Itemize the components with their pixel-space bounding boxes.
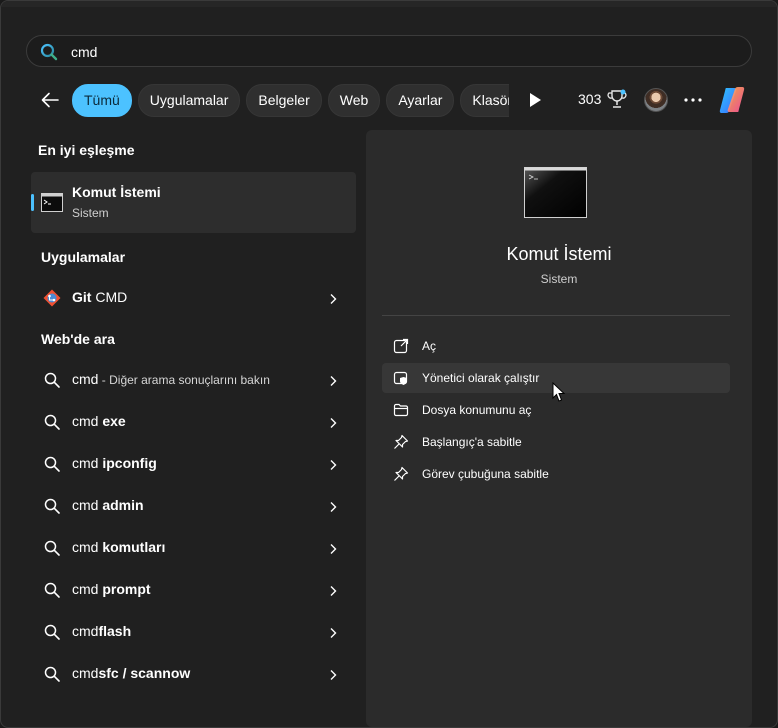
web-result-label: cmd komutları [72, 539, 166, 555]
action-label: Görev çubuğuna sabitle [422, 467, 549, 481]
chevron-right-icon[interactable] [328, 543, 338, 555]
best-match-title: Komut İstemi [72, 184, 161, 200]
start-search-window: Tümü Uygulamalar Belgeler Web Ayarlar Kl… [0, 0, 778, 728]
search-icon [44, 498, 60, 514]
search-box[interactable] [26, 35, 752, 68]
search-icon [40, 43, 58, 61]
search-icon [44, 666, 60, 682]
web-result-row[interactable]: cmdflash [31, 612, 356, 652]
detail-panel: Komut İstemi Sistem Aç Yönetici olarak ç… [366, 130, 752, 727]
filter-chip-all[interactable]: Tümü [72, 84, 132, 117]
folder-icon [393, 403, 409, 417]
mouse-cursor-icon [552, 382, 566, 402]
web-result-row[interactable]: cmdsfc / scannow [31, 654, 356, 694]
pin-icon [394, 466, 409, 481]
search-icon [44, 540, 60, 556]
action-label: Yönetici olarak çalıştır [422, 371, 540, 385]
web-result-row[interactable]: cmd ipconfig [31, 444, 356, 484]
web-result-label: cmd ipconfig [72, 455, 157, 471]
app-item-label: Git CMD [72, 289, 128, 305]
filter-chips: Tümü Uygulamalar Belgeler Web Ayarlar Kl… [72, 84, 509, 117]
copilot-icon[interactable] [717, 85, 747, 115]
filter-chip-settings[interactable]: Ayarlar [386, 84, 455, 117]
detail-title: Komut İstemi [506, 244, 612, 264]
app-item-git-cmd[interactable]: Git CMD [31, 278, 356, 318]
chevron-right-icon[interactable] [328, 417, 338, 429]
shield-admin-icon [393, 371, 408, 385]
avatar[interactable] [644, 88, 668, 112]
chevron-right-icon[interactable] [328, 293, 338, 305]
chevron-right-icon[interactable] [328, 459, 338, 471]
action-label: Dosya konumunu aç [422, 403, 532, 417]
chevron-right-icon[interactable] [328, 375, 338, 387]
web-result-row[interactable]: cmd komutları [31, 528, 356, 568]
web-result-row[interactable]: cmd - Diğer arama sonuçlarını bakın [31, 360, 356, 400]
search-input[interactable] [69, 36, 733, 68]
chevron-right-icon[interactable] [328, 669, 338, 681]
command-prompt-icon [524, 167, 587, 218]
chevron-right-icon[interactable] [328, 501, 338, 513]
more-icon[interactable] [684, 98, 702, 102]
action-label: Aç [422, 339, 437, 353]
web-result-label: cmd - Diğer arama sonuçlarını bakın [72, 371, 270, 387]
web-result-label: cmd exe [72, 413, 126, 429]
play-icon[interactable] [524, 89, 546, 111]
action-pin-to-taskbar[interactable]: Görev çubuğuna sabitle [382, 459, 730, 489]
command-prompt-icon [41, 193, 63, 212]
filter-chip-web[interactable]: Web [327, 84, 381, 117]
web-result-row[interactable]: cmd admin [31, 486, 356, 526]
search-icon [44, 582, 60, 598]
chevron-right-icon[interactable] [328, 627, 338, 639]
web-result-label: cmdsfc / scannow [72, 665, 191, 681]
search-icon [44, 624, 60, 640]
detail-subtitle: Sistem [540, 272, 578, 286]
action-label: Başlangıç'a sabitle [422, 435, 522, 449]
web-result-label: cmdflash [72, 623, 132, 639]
rewards-points[interactable]: 303 [578, 91, 601, 107]
best-match-item[interactable]: Komut İstemi Sistem [31, 172, 356, 233]
best-match-subtitle: Sistem [72, 206, 109, 220]
search-icon [44, 372, 60, 388]
search-icon [44, 414, 60, 430]
back-arrow-icon[interactable] [39, 89, 61, 111]
search-icon [44, 456, 60, 472]
apps-heading: Uygulamalar [41, 249, 126, 265]
trophy-icon[interactable] [607, 88, 627, 110]
top-strip [1, 1, 777, 7]
web-result-row[interactable]: cmd exe [31, 402, 356, 442]
action-pin-to-start[interactable]: Başlangıç'a sabitle [382, 427, 730, 457]
selection-indicator [31, 194, 34, 211]
open-external-icon [393, 338, 409, 354]
web-search-heading: Web'de ara [41, 331, 115, 347]
web-result-label: cmd prompt [72, 581, 151, 597]
best-match-heading: En iyi eşleşme [38, 142, 135, 158]
web-result-label: cmd admin [72, 497, 144, 513]
pin-icon [394, 434, 409, 449]
filter-chip-apps[interactable]: Uygulamalar [137, 84, 241, 117]
web-result-row[interactable]: cmd prompt [31, 570, 356, 610]
filter-chip-documents[interactable]: Belgeler [246, 84, 322, 117]
action-open[interactable]: Aç [382, 331, 730, 361]
filter-chip-folders[interactable]: Klasörle [460, 84, 509, 117]
divider [382, 315, 730, 316]
git-icon [43, 289, 61, 307]
chevron-right-icon[interactable] [328, 585, 338, 597]
